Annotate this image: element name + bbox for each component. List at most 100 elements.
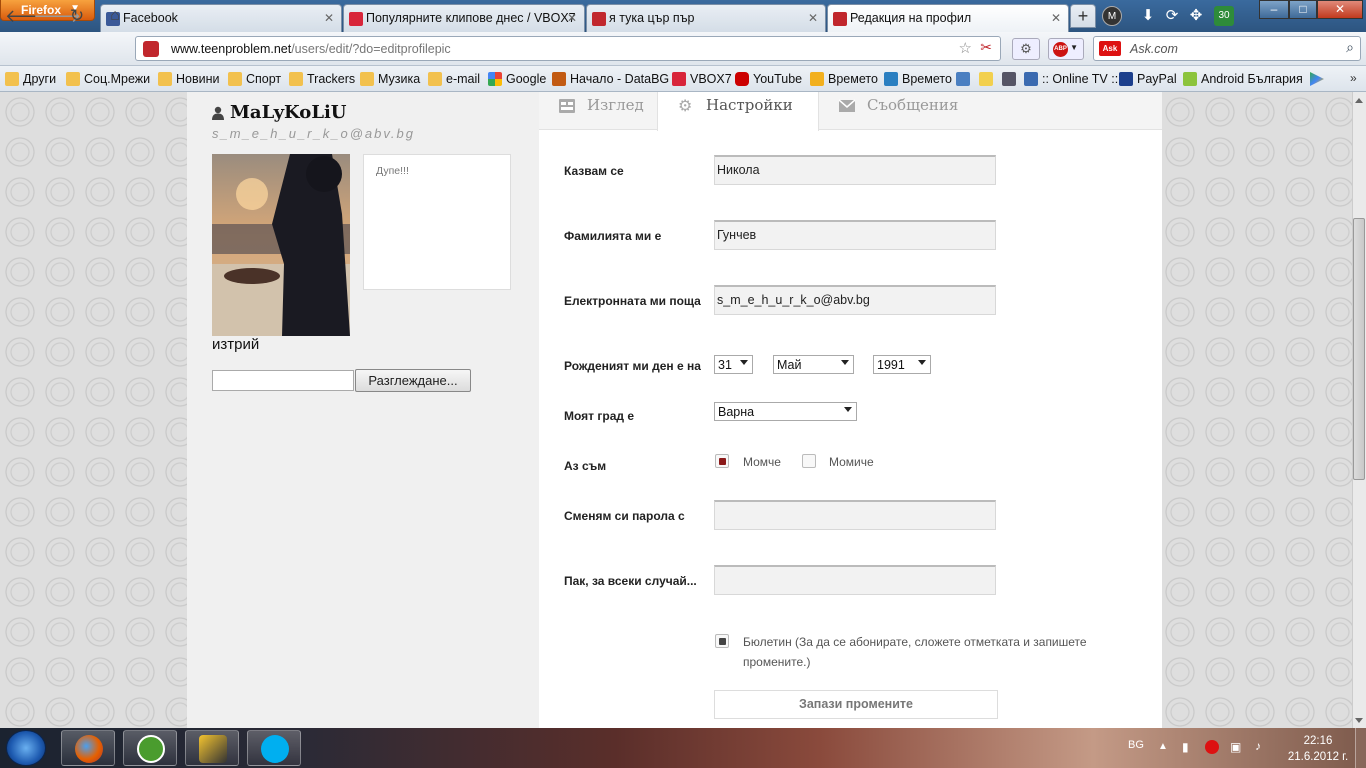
tab-vbox7[interactable]: Популярните клипове днес / VBOX7 ✕ — [343, 4, 585, 32]
search-bar[interactable]: Ask Ask.com ⌕ — [1093, 36, 1361, 61]
url-bar[interactable]: www.teenproblem.net/users/edit/?do=editp… — [135, 36, 1001, 61]
volume-icon[interactable]: ♪ — [1255, 739, 1261, 753]
network-signal-icon[interactable]: ▮ — [1182, 740, 1189, 754]
tab-teenproblem[interactable]: я тука цър пър ✕ — [586, 4, 826, 32]
close-tab-icon[interactable]: ✕ — [567, 11, 577, 25]
bookmark-folder[interactable]: Спорт — [228, 72, 281, 86]
birthday-month-select[interactable]: Май — [773, 355, 854, 374]
birthday-year-select[interactable]: 1991 — [873, 355, 931, 374]
bookmark-device-icon[interactable] — [1002, 72, 1016, 86]
window-controls: – □ ✕ — [1259, 0, 1364, 19]
device-icon[interactable]: ▣ — [1230, 740, 1241, 754]
folder-icon — [228, 72, 242, 86]
tray-expand-icon[interactable]: ▲ — [1158, 741, 1168, 752]
status-message-box[interactable]: Дупе!!! — [363, 154, 511, 290]
search-icon[interactable]: ⌕ — [1346, 39, 1354, 56]
bookmark-shortcut-icon[interactable] — [956, 72, 970, 86]
scrollbar-thumb[interactable] — [1353, 218, 1365, 480]
bookmark-label: Спорт — [246, 72, 282, 86]
gender-male-radio[interactable] — [715, 454, 729, 468]
password-input[interactable] — [714, 500, 996, 530]
home-addon-icon[interactable]: 30 — [1214, 6, 1234, 26]
bookmark-databg[interactable]: Начало - DataBG — [552, 72, 669, 86]
delete-avatar-link[interactable]: изтрий — [212, 336, 259, 353]
bookmark-folder[interactable]: e-mail — [428, 72, 480, 86]
system-clock[interactable]: 22:16 21.6.2012 г. — [1283, 733, 1353, 765]
bookmark-google[interactable]: Google — [488, 72, 546, 86]
browse-button[interactable]: Разглеждане... — [355, 369, 471, 392]
move-icon[interactable]: ✥ — [1186, 6, 1206, 26]
taskbar-firefox[interactable] — [61, 730, 115, 766]
tab-settings[interactable]: ⚙ Настройки — [657, 92, 819, 131]
tab-edit-profile[interactable]: Редакция на профил ✕ — [827, 4, 1069, 32]
email-input[interactable]: s_m_e_h_u_r_k_o@abv.bg — [714, 285, 996, 315]
gender-female-radio[interactable] — [802, 454, 816, 468]
search-input[interactable]: Ask.com — [1130, 42, 1178, 56]
page-viewport: MaLyKoLiU s_m_e_h_u_r_k_o@abv.bg Дупе!!!… — [0, 92, 1352, 728]
avatar-file-input[interactable] — [212, 370, 354, 391]
language-indicator[interactable]: BG — [1128, 739, 1144, 751]
last-name-input[interactable]: Гунчев — [714, 220, 996, 250]
new-tab-button[interactable]: + — [1070, 4, 1096, 28]
sync-icon[interactable]: ⟳ — [1162, 6, 1182, 26]
forward-button[interactable]: 🡒 — [33, 4, 81, 30]
scroll-up-icon[interactable] — [1355, 98, 1363, 103]
scroll-down-icon[interactable] — [1355, 718, 1363, 723]
bookmark-android[interactable]: Android България — [1183, 72, 1303, 86]
bookmark-youtube[interactable]: YouTube — [735, 72, 802, 86]
save-changes-button[interactable]: Запази промените — [714, 690, 998, 719]
bookmark-star-icon[interactable]: ☆ — [959, 39, 972, 57]
ask-search-engine-icon[interactable]: Ask — [1099, 41, 1121, 56]
bookmark-folder[interactable]: Други — [5, 72, 56, 86]
bookmark-weather[interactable]: Времето — [810, 72, 878, 86]
bookmark-folder[interactable]: Trackers — [289, 72, 355, 86]
google-play-icon[interactable] — [1310, 72, 1324, 86]
addon-m-icon[interactable]: M — [1102, 6, 1122, 26]
taskbar-winamp[interactable] — [185, 730, 239, 766]
birthday-day-select[interactable]: 31 — [714, 355, 753, 374]
blocked-icon[interactable] — [1205, 740, 1219, 754]
android-icon — [1183, 72, 1197, 86]
email-label: Електронната ми поща — [564, 294, 701, 308]
back-button[interactable]: 🡐 — [5, 4, 53, 30]
show-desktop-button[interactable] — [1355, 728, 1366, 768]
maximize-button[interactable]: □ — [1289, 0, 1317, 19]
profile-email: s_m_e_h_u_r_k_o@abv.bg — [212, 126, 415, 141]
adblock-button[interactable]: ABP ▼ — [1048, 38, 1084, 60]
tab-facebook[interactable]: Facebook ✕ — [100, 4, 342, 32]
gender-female-label: Момиче — [829, 455, 874, 469]
skype-icon — [261, 735, 289, 763]
bookmark-folder[interactable]: Соц.Мрежи — [66, 72, 150, 86]
start-button[interactable] — [6, 730, 46, 766]
home-button[interactable]: ⌂ — [102, 4, 128, 30]
taskbar-utorrent[interactable] — [123, 730, 177, 766]
bookmark-weather-v[interactable]: Времето — [884, 72, 952, 86]
close-tab-icon[interactable]: ✕ — [324, 11, 334, 25]
bookmark-tv-icon[interactable] — [979, 72, 993, 86]
minimize-button[interactable]: – — [1259, 0, 1289, 19]
download-icon[interactable]: ⬇ — [1138, 6, 1158, 26]
bookmark-vbox7[interactable]: VBOX7 — [672, 72, 732, 86]
scissors-icon[interactable]: ✂ — [980, 39, 992, 56]
bookmark-paypal[interactable]: PayPal — [1119, 72, 1177, 86]
first-name-input[interactable]: Никола — [714, 155, 996, 185]
tab-messages[interactable]: Съобщения — [819, 92, 989, 130]
password-confirm-input[interactable] — [714, 565, 996, 595]
bookmark-online-tv[interactable]: :: Online TV :: — [1024, 72, 1118, 86]
bookmark-folder[interactable]: Музика — [360, 72, 420, 86]
profile-avatar[interactable] — [212, 154, 350, 336]
clock-date: 21.6.2012 г. — [1287, 751, 1349, 763]
reload-button[interactable]: ↻ — [64, 4, 90, 30]
bookmark-label: Соц.Мрежи — [84, 72, 151, 86]
tab-layout[interactable]: Изглед — [539, 92, 657, 130]
chevron-down-icon — [844, 407, 852, 412]
close-window-button[interactable]: ✕ — [1317, 0, 1363, 19]
tab-messages-label: Съобщения — [867, 96, 959, 114]
city-select[interactable]: Варна — [714, 402, 857, 421]
taskbar-skype[interactable] — [247, 730, 301, 766]
bookmark-folder[interactable]: Новини — [158, 72, 220, 86]
more-bookmarks-icon[interactable]: » — [1350, 71, 1357, 85]
close-tab-icon[interactable]: ✕ — [808, 11, 818, 25]
extensions-icon[interactable]: ⚙ — [1012, 38, 1040, 60]
close-tab-icon[interactable]: ✕ — [1051, 11, 1061, 25]
